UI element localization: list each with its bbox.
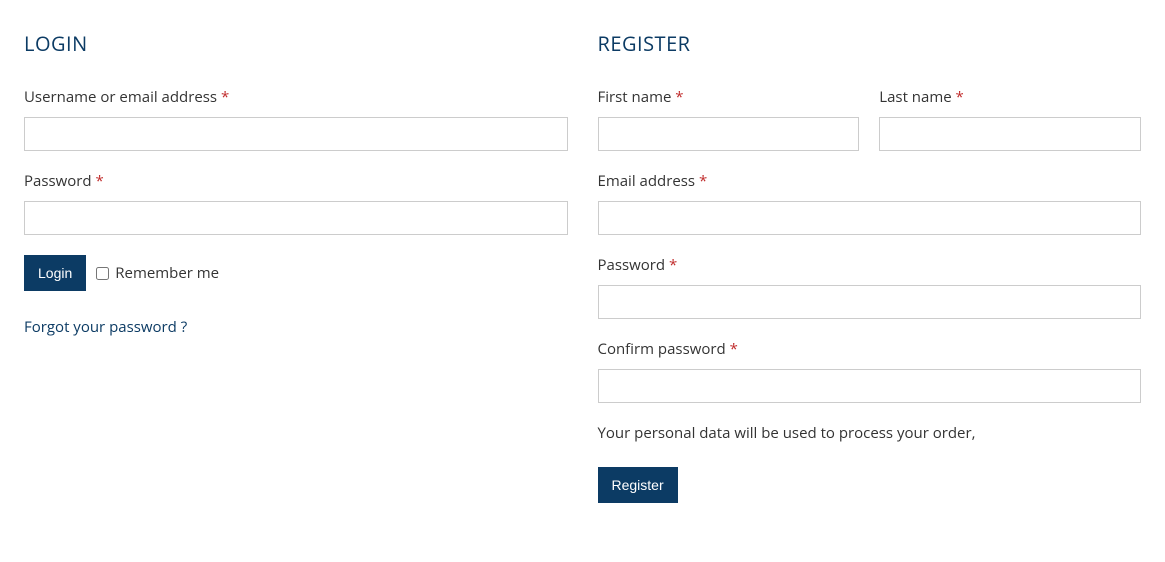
- required-mark: *: [221, 87, 229, 107]
- last-name-label: Last name *: [879, 87, 1141, 107]
- confirm-password-label-text: Confirm password: [598, 339, 730, 359]
- login-title: LOGIN: [24, 30, 568, 57]
- privacy-policy-text: Your personal data will be used to proce…: [598, 423, 1142, 443]
- remember-me-label: Remember me: [115, 263, 219, 283]
- required-mark: *: [699, 171, 707, 191]
- login-password-label: Password *: [24, 171, 568, 191]
- required-mark: *: [956, 87, 964, 107]
- username-label-text: Username or email address: [24, 87, 221, 107]
- register-email-label: Email address *: [598, 171, 1142, 191]
- login-button[interactable]: Login: [24, 255, 86, 291]
- forgot-password-link[interactable]: Forgot your password ?: [24, 317, 187, 337]
- register-title: REGISTER: [598, 30, 1142, 57]
- username-input[interactable]: [24, 117, 568, 151]
- register-section: REGISTER First name * Last name * Email …: [598, 30, 1142, 503]
- register-password-label: Password *: [598, 255, 1142, 275]
- confirm-password-label: Confirm password *: [598, 339, 1142, 359]
- register-password-label-text: Password: [598, 255, 670, 275]
- last-name-label-text: Last name: [879, 87, 955, 107]
- first-name-input[interactable]: [598, 117, 860, 151]
- first-name-label-text: First name: [598, 87, 676, 107]
- register-email-label-text: Email address: [598, 171, 699, 191]
- required-mark: *: [675, 87, 683, 107]
- register-button[interactable]: Register: [598, 467, 678, 503]
- login-password-input[interactable]: [24, 201, 568, 235]
- required-mark: *: [730, 339, 738, 359]
- register-email-input[interactable]: [598, 201, 1142, 235]
- last-name-input[interactable]: [879, 117, 1141, 151]
- username-label: Username or email address *: [24, 87, 568, 107]
- remember-me-checkbox[interactable]: [96, 267, 109, 280]
- remember-me-wrap[interactable]: Remember me: [96, 263, 219, 283]
- confirm-password-input[interactable]: [598, 369, 1142, 403]
- required-mark: *: [96, 171, 104, 191]
- login-password-label-text: Password: [24, 171, 96, 191]
- first-name-label: First name *: [598, 87, 860, 107]
- register-password-input[interactable]: [598, 285, 1142, 319]
- login-section: LOGIN Username or email address * Passwo…: [24, 30, 568, 503]
- required-mark: *: [669, 255, 677, 275]
